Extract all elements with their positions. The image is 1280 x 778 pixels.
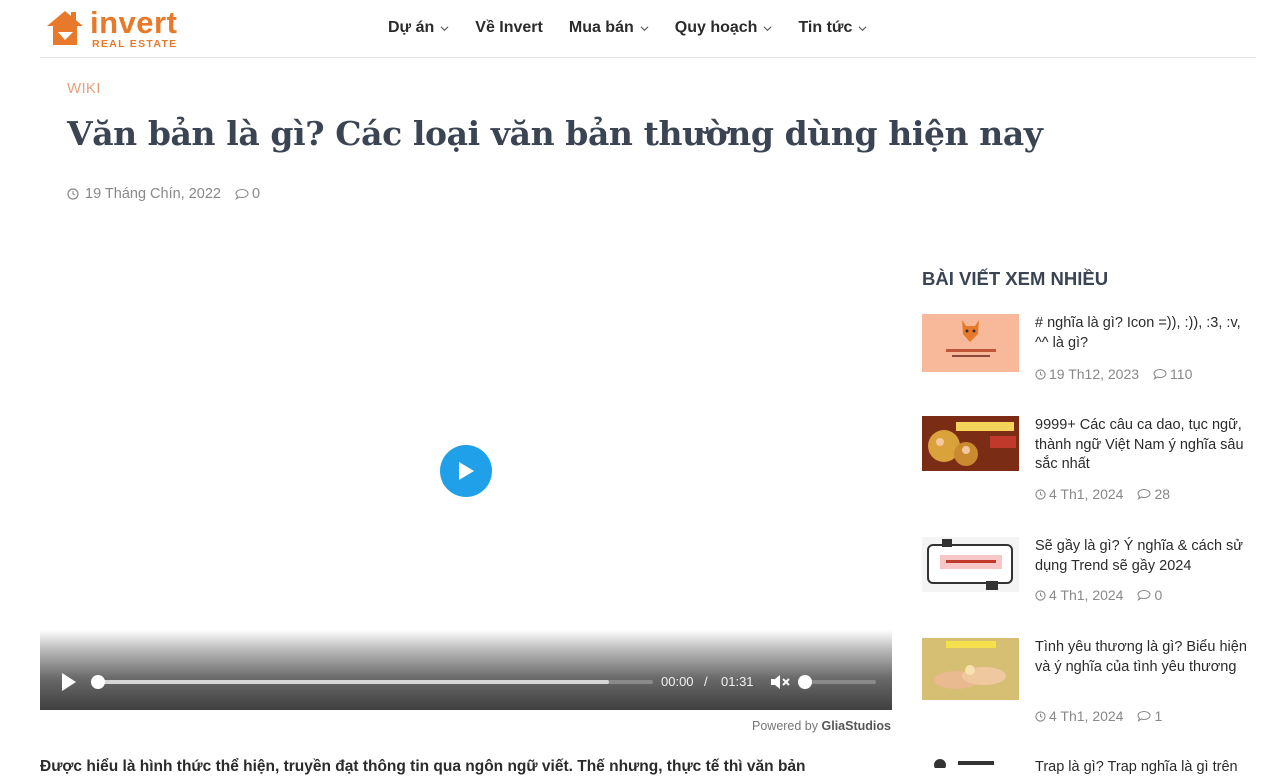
post-title[interactable]: Sẽ gầy là gì? Ý nghĩa & cách sử dụng Tre… <box>1035 537 1250 576</box>
chevron-down-icon <box>640 25 649 31</box>
nav-item-label: Mua bán <box>568 19 634 36</box>
house-logo-icon <box>47 11 83 45</box>
seek-handle[interactable] <box>91 675 105 689</box>
article-lead: Được hiểu là hình thức thể hiện, truyền … <box>40 758 806 775</box>
nav-item-mua-ban[interactable]: Mua bán <box>569 16 649 40</box>
post-comment-count[interactable]: 28 <box>1154 486 1170 502</box>
post-thumbnail[interactable] <box>922 758 1019 768</box>
seek-buffered <box>97 680 609 684</box>
mute-icon[interactable] <box>770 673 792 691</box>
post-comment-count[interactable]: 110 <box>1170 366 1192 382</box>
post-title[interactable]: # nghĩa là gì? Icon =)), :)), :3, :v, ^^… <box>1035 314 1250 353</box>
post-meta: 19 Th12, 2023 110 <box>1035 366 1192 382</box>
post-thumbnail[interactable] <box>922 537 1019 592</box>
nav-item-label: Dự án <box>388 19 435 36</box>
clock-icon <box>67 188 79 200</box>
clock-icon <box>1035 710 1046 722</box>
seek-bar[interactable] <box>91 675 653 689</box>
post-meta: 4 Th1, 2024 1 <box>1035 708 1162 724</box>
header-divider <box>40 57 1256 58</box>
nav-item-du-an[interactable]: Dự án <box>388 16 449 40</box>
nav-item-label: Quy hoạch <box>674 19 758 36</box>
post-date: 19 Th12, 2023 <box>1049 366 1140 382</box>
post-title[interactable]: 9999+ Các câu ca dao, tục ngữ, thành ngữ… <box>1035 416 1250 475</box>
chevron-down-icon <box>858 25 867 31</box>
article-title: Văn bản là gì? Các loại văn bản thường d… <box>67 114 1043 153</box>
volume-slider[interactable] <box>798 675 876 689</box>
logo-wordmark: invert <box>90 5 178 40</box>
play-overlay-button[interactable] <box>440 445 492 497</box>
video-player[interactable]: 00:00 / 01:31 <box>40 230 892 710</box>
play-icon[interactable] <box>60 672 78 692</box>
article-meta: 19 Tháng Chín, 2022 0 <box>67 186 260 202</box>
post-date: 4 Th1, 2024 <box>1049 708 1124 724</box>
powered-by-brand[interactable]: GliaStudios <box>822 719 891 733</box>
site-header: invert REAL ESTATE Dự án Về Invert Mua b… <box>0 0 1280 58</box>
chevron-down-icon <box>440 25 449 31</box>
chevron-down-icon <box>763 25 772 31</box>
comment-icon <box>235 188 249 200</box>
clock-icon <box>1035 368 1046 380</box>
post-thumbnail[interactable] <box>922 638 1019 700</box>
current-time: 00:00 <box>661 674 694 689</box>
post-date: 4 Th1, 2024 <box>1049 587 1124 603</box>
volume-handle[interactable] <box>798 675 812 689</box>
powered-by: Powered by GliaStudios <box>752 719 891 733</box>
post-title[interactable]: Tình yêu thương là gì? Biểu hiện và ý ng… <box>1035 638 1250 677</box>
comment-icon <box>1153 368 1167 380</box>
post-thumbnail[interactable] <box>922 416 1019 471</box>
nav-item-ve-invert[interactable]: Về Invert <box>475 16 543 40</box>
article-date: 19 Tháng Chín, 2022 <box>85 186 221 202</box>
post-meta: 4 Th1, 2024 0 <box>1035 587 1162 603</box>
post-thumbnail[interactable] <box>922 314 1019 372</box>
time-separator: / <box>704 674 708 689</box>
comment-icon <box>1137 488 1151 500</box>
clock-icon <box>1035 488 1046 500</box>
nav-item-tin-tuc[interactable]: Tin tức <box>798 16 867 40</box>
powered-by-prefix: Powered by <box>752 719 819 733</box>
play-icon <box>459 462 474 480</box>
sidebar-title: BÀI VIẾT XEM NHIỀU <box>922 268 1109 289</box>
comment-icon <box>1137 710 1151 722</box>
main-nav: Dự án Về Invert Mua bán Quy hoạch Tin tứ… <box>388 16 893 40</box>
post-comment-count[interactable]: 0 <box>1154 587 1162 603</box>
nav-item-quy-hoach[interactable]: Quy hoạch <box>675 16 773 40</box>
nav-item-label: Tin tức <box>798 19 853 36</box>
logo-tagline: REAL ESTATE <box>92 38 178 50</box>
post-date: 4 Th1, 2024 <box>1049 486 1124 502</box>
comment-icon <box>1137 589 1151 601</box>
site-logo[interactable]: invert REAL ESTATE <box>43 5 203 50</box>
post-meta: 4 Th1, 2024 28 <box>1035 486 1170 502</box>
duration: 01:31 <box>721 674 754 689</box>
article-comment-count[interactable]: 0 <box>252 186 260 202</box>
video-controls: 00:00 / 01:31 <box>40 630 892 710</box>
nav-item-label: Về Invert <box>475 19 543 36</box>
clock-icon <box>1035 589 1046 601</box>
post-comment-count[interactable]: 1 <box>1154 708 1162 724</box>
category-link[interactable]: WIKI <box>67 80 101 97</box>
